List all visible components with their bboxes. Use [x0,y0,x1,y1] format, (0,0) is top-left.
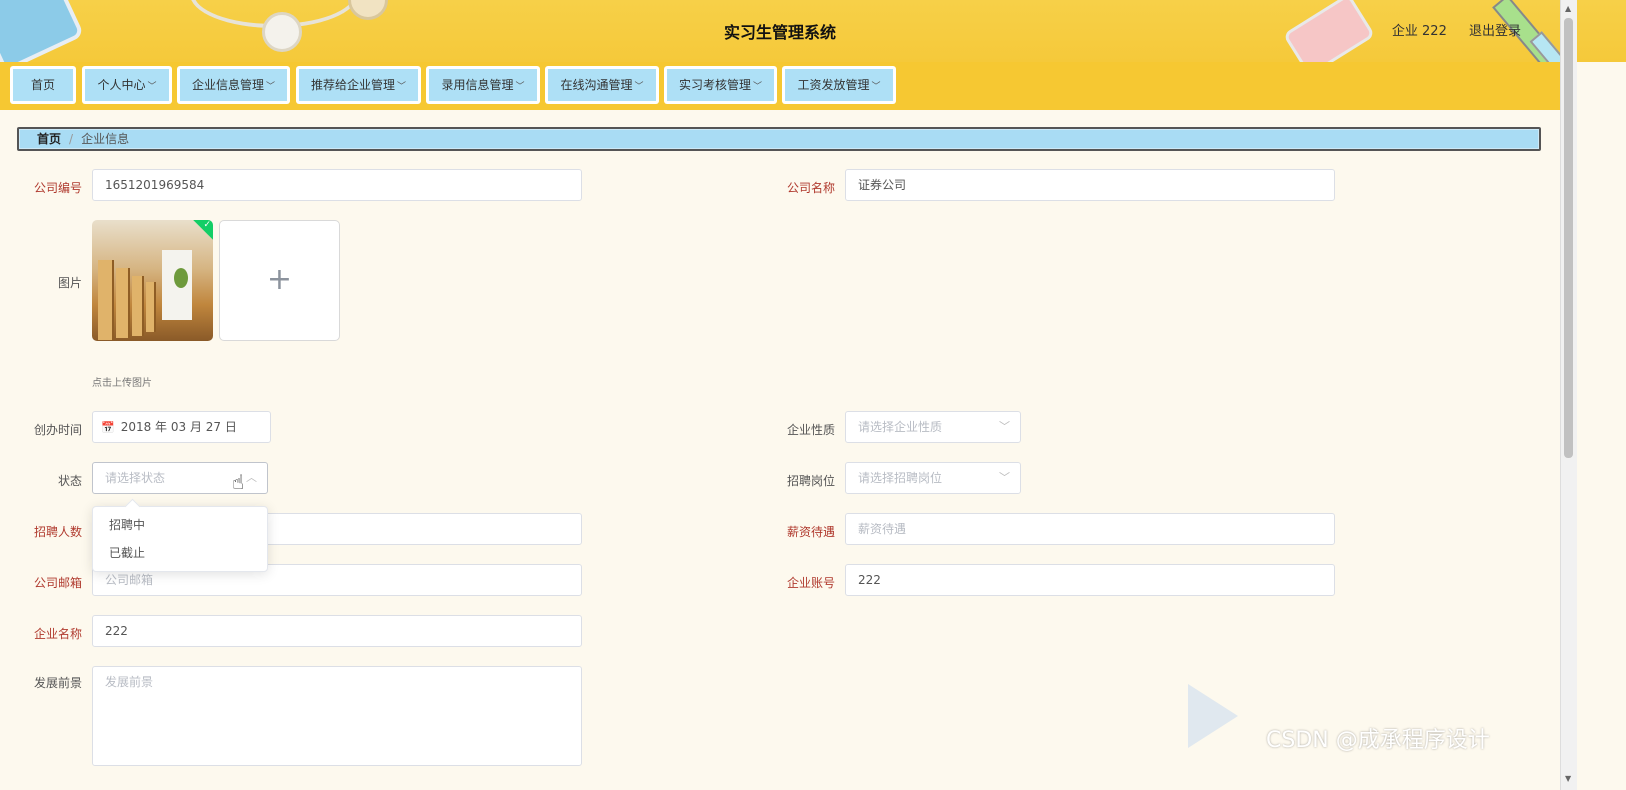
watermark-text: CSDN @成承程序设计 [1266,728,1490,753]
check-icon: ✓ [203,220,211,230]
chevron-down-icon: ﹀ [515,82,525,92]
scroll-up-arrow-icon[interactable]: ▲ [1565,4,1571,13]
earbud-illustration [348,0,388,20]
nav-item-hiring-info[interactable]: 录用信息管理 ﹀ [426,66,540,104]
chevron-down-icon: ﹀ [753,82,763,92]
account-input[interactable]: 222 [845,564,1335,596]
position-select[interactable]: 请选择招聘岗位 ﹀ [845,462,1021,494]
nature-placeholder: 请选择企业性质 [858,420,943,434]
current-user-label: 企业 222 [1391,24,1447,39]
scrollbar-thumb[interactable] [1564,18,1573,458]
status-dropdown-menu: 招聘中 已截止 [92,498,268,572]
hand-cursor-icon: ☝ [232,470,245,494]
chevron-down-icon: ﹀ [266,82,276,92]
enterprise-name-input[interactable]: 222 [92,615,582,647]
nav-item-salary[interactable]: 工资发放管理 ﹀ [782,66,896,104]
nav-item-label: 实习考核管理 [678,78,751,92]
position-placeholder: 请选择招聘岗位 [858,471,943,485]
chevron-down-icon: ﹀ [999,471,1010,484]
watermark-play-logo [1188,684,1238,748]
breadcrumb-separator: / [69,132,74,146]
shelf-shape [98,260,114,340]
scroll-down-arrow-icon[interactable]: ▼ [1565,774,1571,783]
founded-date-value: 2018 年 03 月 27 日 [120,420,237,434]
system-title: 实习生管理系统 [723,23,836,42]
position-label: 招聘岗位 [786,474,835,488]
status-placeholder: 请选择状态 [105,471,166,485]
breadcrumb-current: 企业信息 [81,132,130,146]
nav-item-company-info[interactable]: 企业信息管理 ﹀ [177,66,290,104]
nav-item-label: 录用信息管理 [441,78,514,92]
email-label: 公司邮箱 [33,576,82,590]
chevron-down-icon: ﹀ [634,82,644,92]
company-no-label: 公司编号 [33,181,82,195]
plant-shape [174,268,188,288]
calendar-icon: 📅 [101,421,115,434]
nature-label: 企业性质 [786,423,835,437]
chevron-down-icon: ﹀ [999,420,1010,433]
nav-item-online-chat[interactable]: 在线沟通管理 ﹀ [545,66,659,104]
shelf-shape [116,268,130,338]
chevron-down-icon: ﹀ [397,82,407,92]
nav-item-label: 在线沟通管理 [560,78,633,92]
nav-item-recommend[interactable]: 推荐给企业管理 ﹀ [296,66,421,104]
nav-item-assessment[interactable]: 实习考核管理 ﹀ [664,66,777,104]
nav-item-label: 工资发放管理 [797,78,870,92]
enterprise-name-label: 企业名称 [33,627,82,641]
user-area: 企业 222 退出登录 [1374,20,1521,39]
uploaded-image-thumbnail[interactable]: ✓ [92,220,213,341]
nav-item-label: 推荐给企业管理 [310,78,395,92]
company-no-input[interactable]: 1651201969584 [92,169,582,201]
upload-tip: 点击上传图片 [92,378,152,389]
headcount-label: 招聘人数 [33,525,82,539]
company-name-label: 公司名称 [786,181,835,195]
nature-select[interactable]: 请选择企业性质 ﹀ [845,411,1021,443]
image-label: 图片 [57,276,82,290]
status-label: 状态 [57,474,82,488]
nav-item-label: 个人中心 [97,78,146,92]
account-label: 企业账号 [786,576,835,590]
founded-date-picker[interactable]: 📅 2018 年 03 月 27 日 [92,411,271,443]
chevron-down-icon: ﹀ [871,82,881,92]
nav-item-label: 首页 [30,78,55,92]
nav-item-label: 企业信息管理 [191,78,264,92]
nav-item-personal-center[interactable]: 个人中心 ﹀ [82,66,172,104]
main-nav: 首页 个人中心 ﹀ 企业信息管理 ﹀ 推荐给企业管理 ﹀ 录用信息管理 ﹀ 在线沟通管理… [0,62,1560,110]
prospects-textarea[interactable]: 发展前景 [92,666,582,766]
chevron-up-icon: ︿ [246,471,257,484]
logout-link[interactable]: 退出登录 [1469,24,1521,39]
upload-image-button[interactable]: + [219,220,340,341]
breadcrumb-home[interactable]: 首页 [37,132,61,146]
salary-label: 薪资待遇 [786,525,835,539]
salary-input[interactable]: 薪资待遇 [845,513,1335,545]
top-header: 实习生管理系统 企业 222 退出登录 [0,0,1626,62]
status-option-recruiting[interactable]: 招聘中 [93,511,267,539]
prospects-label: 发展前景 [33,676,82,690]
breadcrumb: 首页 / 企业信息 [17,127,1541,151]
nav-item-home[interactable]: 首页 [10,66,76,104]
company-name-input[interactable]: 证券公司 [845,169,1335,201]
page-scrollbar[interactable]: ▲ ▼ [1560,0,1577,790]
shelf-shape [132,276,144,336]
chevron-down-icon: ﹀ [147,82,157,92]
founded-label: 创办时间 [33,423,82,437]
shelf-shape [146,282,156,332]
status-option-closed[interactable]: 已截止 [93,539,267,567]
